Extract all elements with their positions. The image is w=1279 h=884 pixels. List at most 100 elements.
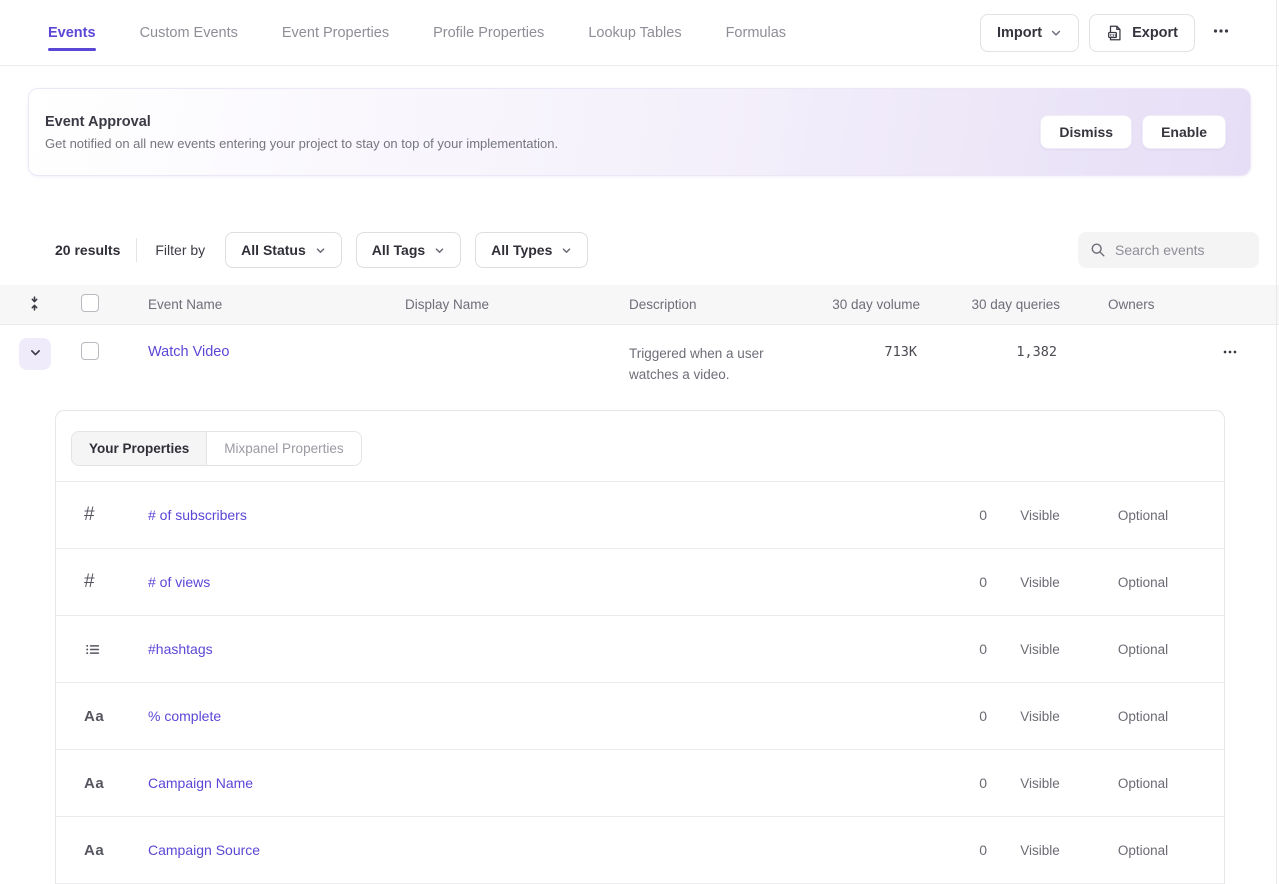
csv-file-icon: csv (1106, 24, 1124, 42)
banner-title: Event Approval (45, 114, 558, 130)
tags-filter-dropdown[interactable]: All Tags (356, 232, 461, 268)
chevron-down-icon (561, 245, 572, 256)
properties-list: # # of subscribers 0 Visible Optional # … (56, 481, 1224, 884)
column-header-description: Description (629, 297, 821, 312)
search-box (1078, 232, 1259, 268)
property-name-link[interactable]: % complete (148, 708, 900, 724)
property-status: Optional (1080, 508, 1206, 523)
filter-toolbar: 20 results Filter by All Status All Tags… (0, 232, 1279, 268)
property-name-link[interactable]: Campaign Name (148, 775, 900, 791)
event-name-link[interactable]: Watch Video (110, 325, 405, 360)
events-table-header: Event Name Display Name Description 30 d… (0, 285, 1279, 325)
column-header-volume: 30 day volume (821, 297, 920, 312)
tab-mixpanel-properties[interactable]: Mixpanel Properties (207, 432, 360, 465)
filter-by-label: Filter by (155, 242, 205, 258)
search-input[interactable] (1115, 242, 1247, 258)
dismiss-button[interactable]: Dismiss (1040, 115, 1132, 149)
event-row-watch-video: Watch Video Triggered when a user watche… (0, 325, 1279, 402)
tab-formulas[interactable]: Formulas (726, 0, 786, 65)
property-visibility: Visible (1000, 508, 1080, 523)
collapse-row-button[interactable] (19, 338, 51, 370)
status-filter-value: All Status (241, 242, 306, 258)
ellipsis-icon (1211, 29, 1231, 44)
collapse-vertical-icon (27, 296, 42, 314)
chevron-down-icon (1050, 27, 1062, 39)
number-type-icon: # (56, 504, 148, 526)
property-row: # # of views 0 Visible Optional (56, 549, 1224, 616)
tab-custom-events[interactable]: Custom Events (140, 0, 238, 65)
property-row: Aa Campaign Name 0 Visible Optional (56, 750, 1224, 817)
property-queries: 0 (900, 842, 1000, 858)
list-type-icon (56, 641, 148, 658)
column-header-event-name: Event Name (110, 297, 405, 312)
toolbar-divider (136, 238, 137, 262)
property-row: Aa % complete 0 Visible Optional (56, 683, 1224, 750)
chevron-down-icon (29, 346, 42, 362)
types-filter-dropdown[interactable]: All Types (475, 232, 588, 268)
tab-profile-properties[interactable]: Profile Properties (433, 0, 544, 65)
number-type-icon: # (56, 571, 148, 593)
property-queries: 0 (900, 507, 1000, 523)
property-row: Aa Campaign Source 0 Visible Optional (56, 817, 1224, 884)
svg-text:csv: csv (1110, 32, 1118, 37)
row-overflow-menu-button[interactable] (1215, 337, 1245, 370)
select-all-checkbox[interactable] (81, 294, 99, 312)
banner-subtitle: Get notified on all new events entering … (45, 136, 558, 151)
property-visibility: Visible (1000, 642, 1080, 657)
import-button-label: Import (997, 25, 1042, 41)
property-status: Optional (1080, 776, 1206, 791)
top-navigation: Events Custom Events Event Properties Pr… (0, 0, 1279, 66)
export-button-label: Export (1132, 25, 1178, 41)
results-count: 20 results (55, 242, 120, 258)
enable-button[interactable]: Enable (1142, 115, 1226, 149)
column-header-display-name: Display Name (405, 297, 629, 312)
property-row: # # of subscribers 0 Visible Optional (56, 482, 1224, 549)
text-type-icon: Aa (56, 842, 148, 859)
property-status: Optional (1080, 642, 1206, 657)
event-approval-banner: Event Approval Get notified on all new e… (28, 88, 1251, 176)
event-properties-panel: Your Properties Mixpanel Properties # # … (55, 410, 1225, 884)
column-header-queries: 30 day queries (920, 297, 1060, 312)
property-queries: 0 (900, 574, 1000, 590)
collapse-all-button[interactable] (27, 296, 62, 314)
tab-your-properties[interactable]: Your Properties (72, 432, 207, 465)
text-type-icon: Aa (56, 708, 148, 725)
property-visibility: Visible (1000, 709, 1080, 724)
property-queries: 0 (900, 775, 1000, 791)
tab-events[interactable]: Events (48, 0, 96, 65)
property-status: Optional (1080, 575, 1206, 590)
scrollbar-track[interactable] (1276, 0, 1277, 884)
text-type-icon: Aa (56, 775, 148, 792)
import-button[interactable]: Import (980, 14, 1079, 52)
property-name-link[interactable]: # of views (148, 574, 900, 590)
chevron-down-icon (315, 245, 326, 256)
property-name-link[interactable]: # of subscribers (148, 507, 900, 523)
event-queries-value: 1,382 (920, 325, 1060, 360)
search-icon (1090, 242, 1106, 258)
lexicon-tabs: Events Custom Events Event Properties Pr… (48, 0, 786, 65)
property-status: Optional (1080, 843, 1206, 858)
property-visibility: Visible (1000, 776, 1080, 791)
event-volume-value: 713K (821, 325, 920, 360)
property-visibility: Visible (1000, 575, 1080, 590)
column-header-owners: Owners (1060, 297, 1200, 312)
property-name-link[interactable]: #hashtags (148, 641, 900, 657)
property-queries: 0 (900, 641, 1000, 657)
export-button[interactable]: csv Export (1089, 14, 1195, 52)
property-name-link[interactable]: Campaign Source (148, 842, 900, 858)
event-description: Triggered when a user watches a video. (629, 325, 814, 385)
row-checkbox[interactable] (81, 342, 99, 360)
tab-lookup-tables[interactable]: Lookup Tables (588, 0, 681, 65)
ellipsis-icon (1221, 349, 1239, 364)
status-filter-dropdown[interactable]: All Status (225, 232, 342, 268)
overflow-menu-button[interactable] (1205, 15, 1237, 50)
property-status: Optional (1080, 709, 1206, 724)
chevron-down-icon (434, 245, 445, 256)
property-row: #hashtags 0 Visible Optional (56, 616, 1224, 683)
property-visibility: Visible (1000, 843, 1080, 858)
tags-filter-value: All Tags (372, 242, 425, 258)
properties-tab-control: Your Properties Mixpanel Properties (71, 431, 362, 466)
tab-event-properties[interactable]: Event Properties (282, 0, 389, 65)
types-filter-value: All Types (491, 242, 552, 258)
property-queries: 0 (900, 708, 1000, 724)
